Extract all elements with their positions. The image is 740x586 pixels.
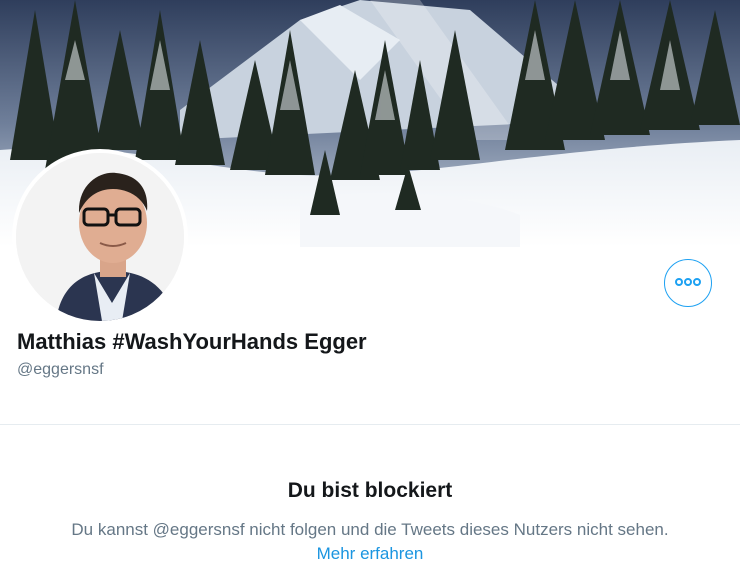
learn-more-container: Mehr erfahren — [0, 544, 740, 564]
blocked-description: Du kannst @eggersnsf nicht folgen und di… — [71, 520, 669, 539]
more-options-button[interactable] — [664, 259, 712, 307]
profile-avatar[interactable] — [12, 149, 188, 325]
profile-display-name: Matthias #WashYourHands Egger — [17, 329, 367, 354]
profile-handle: @eggersnsf — [17, 361, 104, 378]
more-horizontal-icon — [675, 274, 701, 292]
blocked-title: Du bist blockiert — [287, 479, 453, 502]
learn-more-link[interactable]: Mehr erfahren — [317, 544, 424, 563]
profile-page: Matthias #WashYourHands Egger @eggersnsf… — [0, 0, 740, 586]
section-divider — [0, 424, 740, 425]
avatar-photo — [16, 153, 184, 321]
